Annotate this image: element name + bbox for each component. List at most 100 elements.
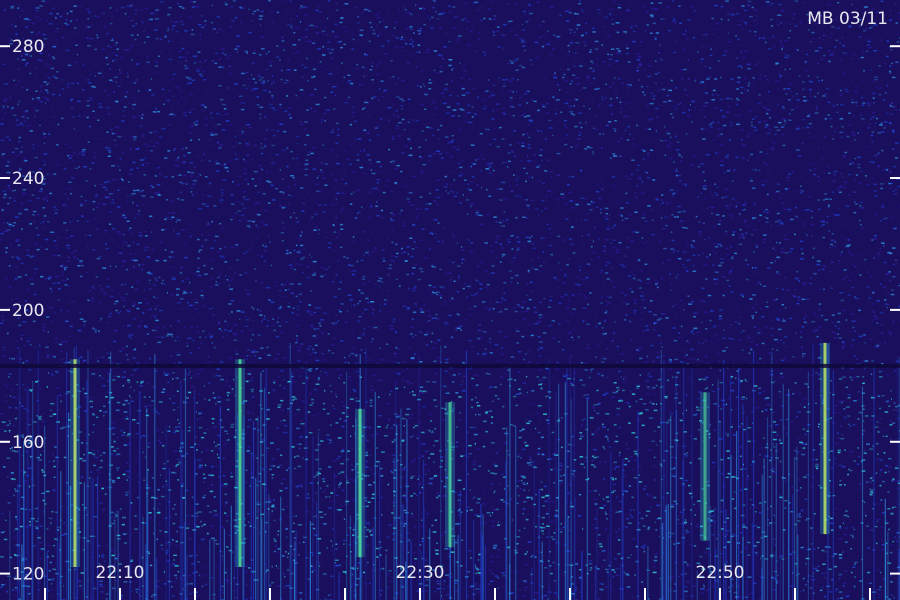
noise-speck — [661, 33, 666, 35]
noise-speck — [795, 48, 798, 51]
noise-speck — [124, 494, 129, 496]
noise-speck — [498, 330, 502, 333]
noise-speck — [518, 388, 521, 390]
noise-speck — [763, 75, 768, 77]
noise-speck — [626, 443, 628, 446]
noise-speck — [622, 301, 626, 304]
noise-speck — [444, 548, 449, 550]
noise-speck — [717, 121, 720, 124]
noise-speck — [259, 15, 263, 17]
noise-speck — [744, 378, 746, 381]
noise-speck — [653, 394, 655, 396]
noise-speck — [708, 130, 710, 132]
noise-speck — [395, 21, 398, 24]
noise-speck — [112, 481, 116, 484]
noise-speck — [467, 473, 470, 476]
noise-speck — [802, 428, 806, 431]
noise-speck — [322, 408, 326, 410]
noise-speck — [668, 361, 672, 363]
noise-speck — [891, 62, 893, 65]
noise-speck — [485, 90, 489, 92]
noise-speck — [79, 275, 83, 278]
noise-speck — [807, 29, 810, 31]
noise-speck — [479, 19, 483, 21]
noise-speck — [99, 284, 101, 287]
noise-speck — [440, 92, 445, 94]
noise-speck — [63, 101, 65, 104]
noise-speck — [96, 257, 101, 260]
noise-speck — [779, 372, 783, 375]
noise-speck — [891, 148, 895, 150]
noise-speck — [543, 413, 547, 415]
noise-speck — [780, 45, 784, 48]
noise-speck — [784, 499, 788, 502]
noise-speck — [625, 202, 629, 204]
noise-speck — [654, 73, 658, 75]
noise-speck — [730, 124, 733, 126]
noise-speck — [684, 266, 687, 269]
noise-speck — [334, 323, 336, 326]
noise-speck — [151, 231, 153, 233]
noise-speck — [839, 42, 841, 44]
noise-speck — [523, 358, 526, 361]
noise-speck — [660, 217, 663, 219]
noise-speck — [862, 376, 865, 378]
noise-speck — [299, 7, 302, 9]
noise-speck — [61, 271, 64, 273]
noise-speck — [886, 112, 889, 115]
noise-speck — [470, 203, 474, 205]
noise-speck — [853, 163, 857, 166]
noise-speck — [217, 578, 220, 580]
noise-speck — [630, 339, 632, 341]
noise-speck — [875, 542, 878, 545]
noise-speck — [795, 107, 798, 109]
noise-speck — [388, 418, 390, 421]
noise-speck — [597, 256, 601, 258]
noise-speck — [416, 51, 419, 53]
noise-speck — [170, 516, 172, 518]
noise-speck — [794, 233, 796, 236]
noise-speck — [213, 510, 217, 512]
noise-speck — [2, 196, 7, 199]
noise-speck — [870, 275, 872, 278]
noise-speck — [807, 75, 810, 77]
noise-speck — [122, 516, 126, 519]
noise-speck — [594, 48, 599, 50]
noise-speck — [282, 221, 284, 224]
noise-speck — [155, 319, 159, 322]
noise-speck — [548, 97, 550, 99]
noise-speck — [94, 218, 97, 220]
noise-speck — [196, 155, 199, 158]
noise-speck — [549, 171, 553, 173]
noise-speck — [260, 147, 264, 149]
noise-speck — [300, 187, 304, 189]
noise-speck — [602, 333, 606, 335]
noise-speck — [401, 79, 405, 82]
noise-speck — [525, 418, 528, 421]
noise-speck — [304, 246, 307, 248]
noise-speck — [148, 512, 152, 514]
noise-speck — [598, 553, 601, 555]
noise-speck — [93, 86, 96, 88]
noise-speck — [499, 383, 502, 386]
noise-speck — [224, 493, 228, 496]
noise-speck — [867, 297, 872, 299]
noise-speck — [201, 109, 204, 111]
noise-speck — [217, 396, 221, 399]
noise-speck — [525, 132, 529, 135]
noise-speck — [690, 331, 694, 333]
noise-speck — [0, 123, 4, 125]
noise-speck — [772, 247, 775, 249]
noise-speck — [851, 57, 854, 60]
noise-speck — [417, 211, 420, 214]
noise-speck — [459, 62, 461, 64]
noise-speck — [279, 103, 282, 106]
noise-speck — [810, 277, 812, 279]
noise-speck — [804, 584, 808, 586]
noise-speck — [413, 458, 416, 461]
noise-speck — [51, 288, 54, 290]
noise-speck — [543, 485, 547, 488]
noise-speck — [857, 163, 860, 166]
noise-speck — [131, 192, 136, 195]
noise-speck — [89, 289, 92, 292]
